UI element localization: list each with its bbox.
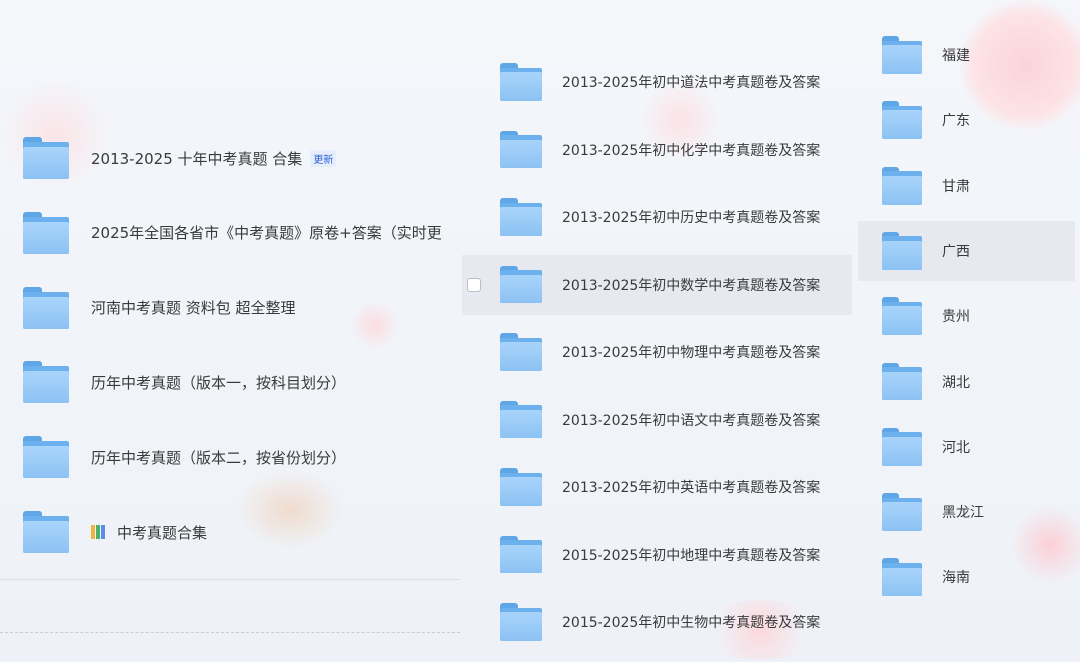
folder-name: 2013-2025年初中物理中考真题卷及答案 bbox=[562, 345, 821, 361]
folder-name: 2013-2025 十年中考真题 合集 bbox=[91, 149, 303, 168]
folder-row[interactable]: 历年中考真题（版本二，按省份划分） bbox=[0, 427, 462, 487]
folder-row[interactable]: 2013-2025年初中物理中考真题卷及答案 bbox=[462, 322, 852, 382]
folder-row[interactable]: 广西 bbox=[858, 220, 1075, 281]
folder-row[interactable]: 海南 bbox=[858, 547, 1075, 607]
folder-name: 中考真题合集 bbox=[117, 523, 208, 542]
folder-name: 2015-2025年初中地理中考真题卷及答案 bbox=[562, 547, 821, 564]
folder-name: 黑龙江 bbox=[942, 505, 984, 522]
folder-name: 2013-2025年初中语文中考真题卷及答案 bbox=[562, 412, 821, 429]
folder-row[interactable]: 2013-2025年初中历史中考真题卷及答案 bbox=[462, 187, 852, 247]
folder-name: 2013-2025年初中英语中考真题卷及答案 bbox=[562, 480, 821, 496]
folder-name: 河南中考真题 资料包 超全整理 bbox=[91, 299, 296, 318]
folder-name: 河北 bbox=[942, 439, 970, 456]
folder-name: 广东 bbox=[942, 113, 970, 130]
folder-name: 2013-2025年初中数学中考真题卷及答案 bbox=[562, 277, 821, 294]
folder-row[interactable]: 黑龙江 bbox=[858, 482, 1075, 542]
folder-name: 历年中考真题（版本二，按省份划分） bbox=[91, 448, 347, 467]
left-divider bbox=[0, 579, 460, 580]
folder-row[interactable]: 湖北 bbox=[858, 352, 1075, 412]
folder-icon bbox=[500, 400, 542, 439]
folder-icon bbox=[500, 130, 542, 169]
folder-row[interactable]: 2013-2025年初中英语中考真题卷及答案 bbox=[462, 457, 852, 517]
folder-row[interactable]: 贵州 bbox=[858, 286, 1075, 346]
folder-name: 2013-2025年初中历史中考真题卷及答案 bbox=[562, 210, 821, 226]
folder-icon bbox=[882, 362, 922, 401]
folder-name: 海南 bbox=[942, 570, 970, 587]
folder-icon bbox=[882, 558, 922, 597]
folder-icon bbox=[23, 436, 69, 479]
folder-icon bbox=[500, 198, 542, 236]
folder-row[interactable]: 历年中考真题（版本一，按科目划分） bbox=[0, 352, 462, 412]
folder-row[interactable]: 甘肃 bbox=[858, 156, 1075, 216]
select-checkbox[interactable] bbox=[467, 277, 481, 292]
folder-icon bbox=[882, 297, 922, 336]
folder-icon bbox=[23, 361, 69, 404]
folder-icon bbox=[23, 511, 69, 553]
folder-icon bbox=[882, 493, 922, 532]
folder-row[interactable]: 2015-2025年初中地理中考真题卷及答案 bbox=[462, 525, 852, 585]
left-divider-dashed bbox=[0, 632, 460, 633]
folder-row[interactable]: 2025年全国各省市《中考真题》原卷+答案（实时更 bbox=[0, 203, 462, 263]
folder-row[interactable]: 2013-2025年初中道法中考真题卷及答案 bbox=[462, 52, 852, 112]
folder-icon bbox=[23, 211, 69, 254]
books-icon bbox=[91, 525, 105, 539]
folder-icon bbox=[882, 101, 922, 140]
folder-row[interactable]: 2013-2025年初中数学中考真题卷及答案 bbox=[462, 254, 852, 315]
folder-row[interactable]: 2015-2025年初中生物中考真题卷及答案 bbox=[462, 592, 852, 652]
folder-row[interactable]: 2013-2025年初中化学中考真题卷及答案 bbox=[462, 120, 852, 180]
folder-row[interactable]: 2013-2025年初中语文中考真题卷及答案 bbox=[462, 390, 852, 450]
folder-icon bbox=[23, 137, 69, 179]
folder-row[interactable]: 河南中考真题 资料包 超全整理 bbox=[0, 278, 462, 338]
folder-icon bbox=[500, 603, 542, 641]
update-badge: 更新 bbox=[310, 149, 337, 167]
folder-icon bbox=[882, 231, 922, 270]
folder-icon bbox=[500, 63, 542, 101]
folder-name: 2025年全国各省市《中考真题》原卷+答案（实时更 bbox=[91, 224, 442, 243]
folder-name: 湖北 bbox=[942, 374, 970, 391]
folder-row[interactable]: 中考真题合集 bbox=[0, 502, 462, 562]
folder-name: 2015-2025年初中生物中考真题卷及答案 bbox=[562, 615, 821, 631]
folder-icon bbox=[500, 265, 542, 304]
folder-name: 甘肃 bbox=[942, 178, 970, 195]
folder-icon bbox=[500, 535, 542, 574]
folder-row[interactable]: 福建 bbox=[858, 25, 1075, 85]
folder-name: 历年中考真题（版本一，按科目划分） bbox=[91, 373, 347, 392]
folder-name: 2013-2025年初中化学中考真题卷及答案 bbox=[562, 142, 821, 159]
folder-name: 2013-2025年初中道法中考真题卷及答案 bbox=[562, 75, 821, 91]
folder-icon bbox=[882, 36, 922, 74]
folder-icon bbox=[500, 468, 542, 506]
folder-icon bbox=[500, 333, 542, 371]
folder-row[interactable]: 广东 bbox=[858, 90, 1075, 150]
folder-icon bbox=[882, 427, 922, 466]
folder-name: 福建 bbox=[942, 48, 970, 64]
folder-row[interactable]: 2013-2025 十年中考真题 合集 更新 bbox=[0, 128, 462, 188]
folder-row[interactable]: 河北 bbox=[858, 417, 1075, 477]
folder-name: 贵州 bbox=[942, 309, 970, 326]
folder-icon bbox=[882, 166, 922, 205]
folder-icon bbox=[23, 286, 69, 329]
folder-name: 广西 bbox=[942, 243, 970, 260]
